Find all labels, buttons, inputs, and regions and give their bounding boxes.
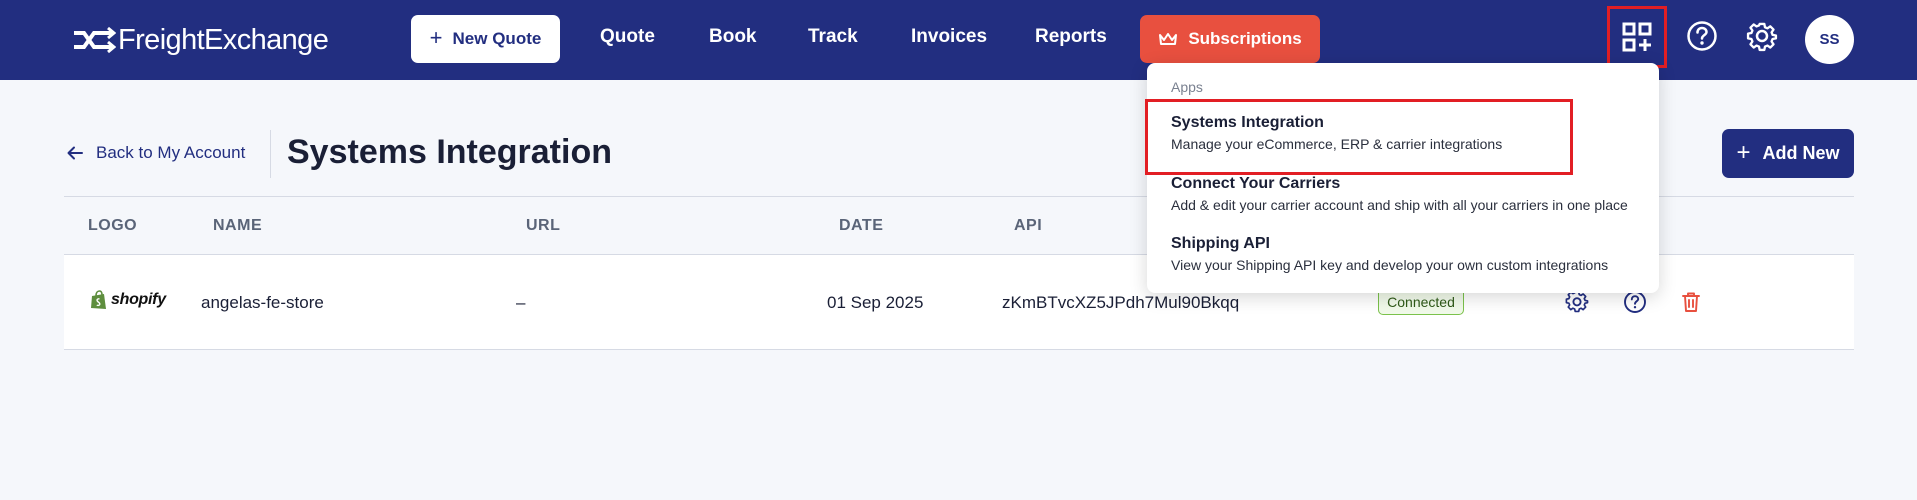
new-quote-button[interactable]: + New Quote	[411, 15, 560, 63]
menu-item-title: Shipping API	[1171, 235, 1270, 252]
menu-item-subtitle: View your Shipping API key and develop y…	[1171, 257, 1609, 273]
logo-icon	[74, 26, 116, 54]
menu-item-subtitle: Add & edit your carrier account and ship…	[1171, 197, 1628, 213]
shopify-logo: shopify	[90, 290, 166, 310]
logo-text: FreightExchange	[118, 23, 329, 56]
shopify-bag-icon	[91, 290, 106, 309]
nav-book[interactable]: Book	[709, 26, 757, 48]
freightexchange-logo[interactable]: FreightExchange	[72, 22, 329, 58]
column-header-logo: LOGO	[88, 217, 138, 234]
shopify-wordmark: shopify	[111, 291, 166, 308]
new-quote-label: New Quote	[452, 29, 542, 48]
highlight-box	[1145, 99, 1573, 175]
nav-reports[interactable]: Reports	[1035, 26, 1107, 48]
column-header-name: NAME	[213, 217, 263, 234]
crown-icon	[1159, 33, 1178, 45]
column-header-date: DATE	[839, 217, 884, 234]
gear-icon[interactable]	[1746, 20, 1778, 52]
column-header-api: API	[1014, 217, 1043, 234]
back-link-label: Back to My Account	[96, 143, 246, 162]
back-to-account-link[interactable]: Back to My Account	[66, 143, 245, 163]
subscriptions-label: Subscriptions	[1188, 29, 1302, 48]
row-delete-trash-icon[interactable]	[1679, 290, 1703, 314]
store-url: –	[516, 293, 526, 312]
apps-dropdown-menu: Apps Systems Integration Manage your eCo…	[1147, 63, 1659, 293]
api-key: zKmBTvcXZ5JPdh7Mul90Bkqq	[1002, 293, 1240, 312]
column-header-url: URL	[526, 217, 561, 234]
help-circle-icon[interactable]	[1686, 20, 1718, 52]
table-bottom-border	[64, 349, 1854, 350]
row-help-icon[interactable]	[1623, 290, 1647, 314]
apps-grid-icon	[1622, 22, 1652, 52]
apps-menu-heading: Apps	[1171, 79, 1203, 95]
arrow-left-icon	[67, 146, 83, 160]
nav-quote[interactable]: Quote	[600, 26, 655, 48]
menu-item-connect-carriers[interactable]: Connect Your Carriers Add & edit your ca…	[1171, 175, 1628, 213]
row-settings-gear-icon[interactable]	[1565, 290, 1589, 314]
page-title: Systems Integration	[287, 133, 612, 171]
menu-item-shipping-api[interactable]: Shipping API View your Shipping API key …	[1171, 235, 1608, 273]
subscriptions-button[interactable]: Subscriptions	[1140, 15, 1320, 63]
apps-grid-button[interactable]	[1607, 6, 1667, 68]
plus-icon: +	[429, 25, 443, 50]
plus-icon: +	[1736, 138, 1751, 166]
add-new-button[interactable]: + Add New	[1722, 129, 1854, 178]
integration-date: 01 Sep 2025	[827, 293, 924, 312]
nav-invoices[interactable]: Invoices	[911, 26, 987, 48]
add-new-label: Add New	[1762, 143, 1840, 163]
user-avatar[interactable]: SS	[1805, 15, 1854, 64]
nav-track[interactable]: Track	[808, 26, 858, 48]
menu-item-title: Connect Your Carriers	[1171, 175, 1341, 192]
store-name: angelas-fe-store	[201, 293, 324, 312]
title-divider	[270, 130, 271, 178]
